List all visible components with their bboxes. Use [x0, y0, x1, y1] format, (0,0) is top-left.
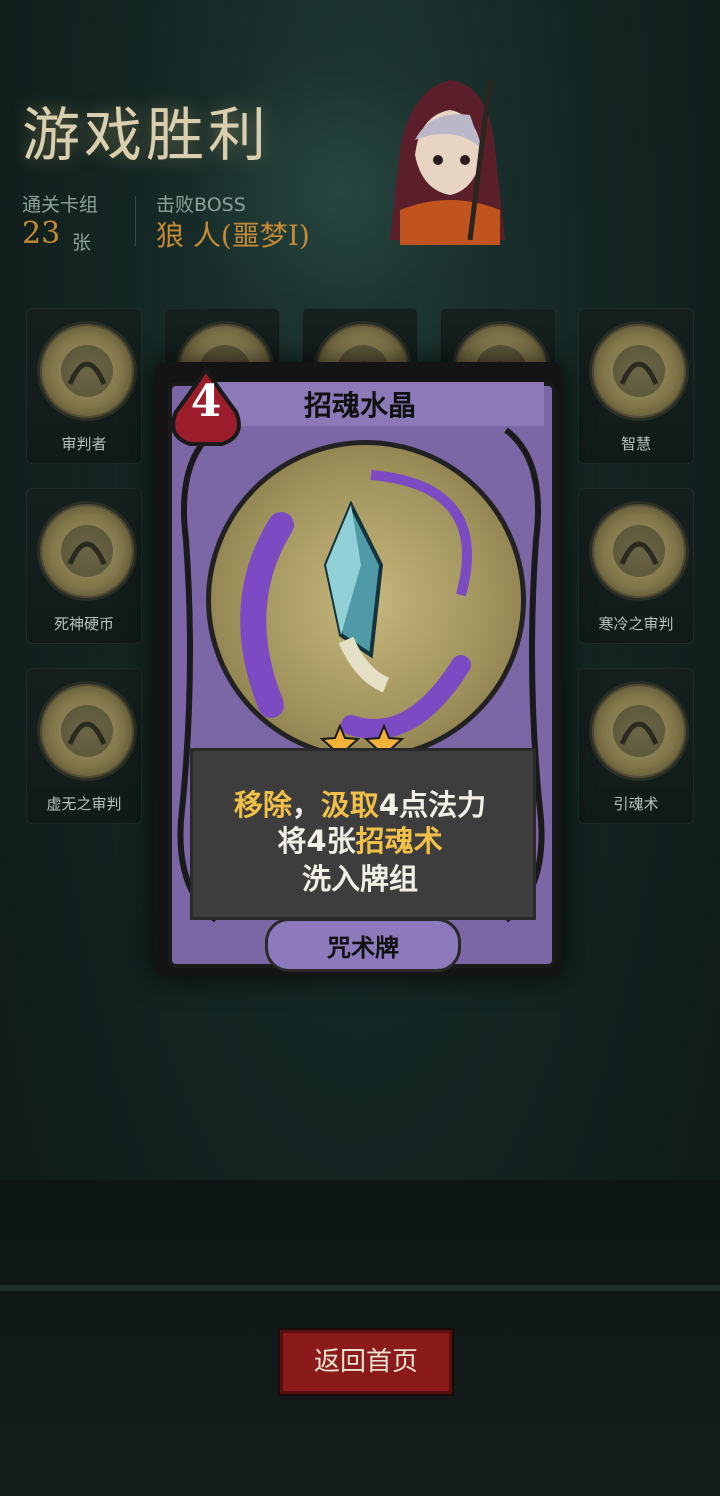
deck-count: 23 — [22, 216, 61, 251]
deck-card[interactable]: 虚无之审判 — [26, 668, 142, 824]
page-title: 游戏胜利 — [22, 101, 271, 169]
desc-keyword-remove: 移除 — [233, 788, 292, 822]
sage-icon — [589, 321, 689, 421]
void-icon — [37, 681, 137, 781]
deck-card[interactable]: 智慧 — [578, 308, 694, 464]
deck-label: 通关卡组 — [22, 194, 99, 216]
card-desc-line-2: 将4张招魂术 — [180, 818, 540, 860]
boss-portrait-icon — [390, 79, 505, 245]
deck-unit: 张 — [72, 232, 92, 254]
crystal-icon — [240, 470, 472, 739]
card-art — [206, 440, 526, 760]
desc-keyword-drain: 汲取 — [320, 788, 379, 822]
deck-card[interactable]: 引魂术 — [578, 668, 694, 824]
boss-label: 击败BOSS — [156, 194, 246, 216]
stat-divider — [135, 196, 136, 246]
card-desc-line-3: 洗入牌组 — [301, 862, 418, 896]
desc-keyword-summon: 招魂术 — [355, 824, 443, 858]
deck-card-label: 智慧 — [620, 435, 651, 453]
deck-card-label: 引魂术 — [613, 795, 659, 813]
deck-card[interactable]: 寒冷之审判 — [578, 488, 694, 644]
ground-line — [0, 1285, 720, 1291]
deck-card-label: 寒冷之审判 — [598, 615, 674, 633]
deck-card-label: 审判者 — [61, 435, 107, 453]
deck-card[interactable]: 死神硬币 — [26, 488, 142, 644]
deck-card-label: 死神硬币 — [53, 615, 114, 633]
deck-card[interactable]: 审判者 — [26, 308, 142, 464]
card-name: 招魂水晶 — [303, 389, 416, 422]
desc-comma: ， — [291, 788, 321, 822]
desc-shuffle-count: 将4张 — [277, 824, 356, 858]
ice-icon — [589, 501, 689, 601]
scythe-icon — [37, 321, 137, 421]
card-type: 咒术牌 — [327, 934, 399, 962]
desc-mana: 4点法力 — [378, 788, 487, 822]
coin-icon — [37, 501, 137, 601]
return-home-button[interactable]: 返回首页 — [280, 1330, 452, 1394]
deck-card-label: 虚无之审判 — [46, 795, 122, 813]
spirit-icon — [589, 681, 689, 781]
boss-name: 狼 人(噩梦I) — [156, 219, 310, 252]
